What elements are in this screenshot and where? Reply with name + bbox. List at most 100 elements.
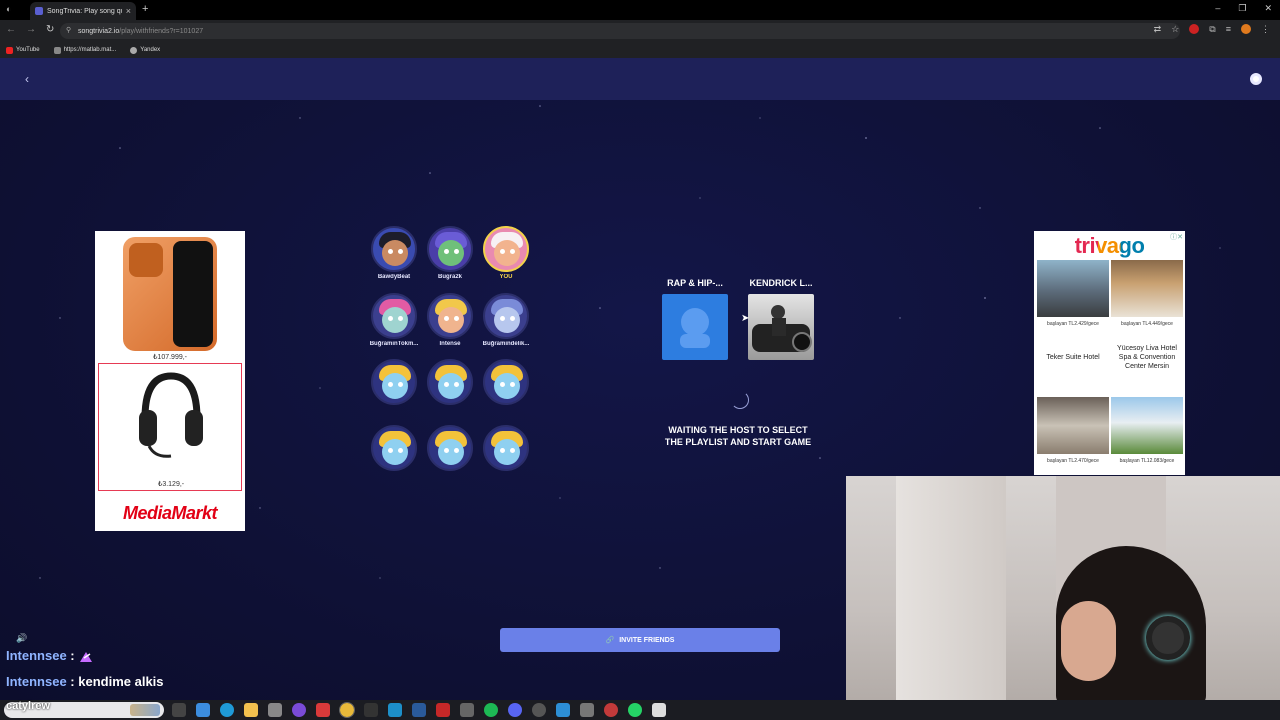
playlist-card-rap-hiphop[interactable]: RAP & HIP-... [661,278,729,360]
player-slot[interactable]: BuğramınTokm... [364,293,424,347]
playlist-cover [748,294,814,360]
edge-icon[interactable] [220,703,234,717]
media-icon[interactable]: ≡ [1226,24,1231,35]
nav-buttons: ← → ↻ [6,24,54,35]
back-button[interactable]: ‹ [18,70,36,88]
app-icon[interactable] [292,703,306,717]
bookmark-yandex[interactable]: Yandex [130,46,161,54]
empty-player-slot [364,425,424,471]
whatsapp-icon[interactable] [628,703,642,717]
chat-username: Intennsee [6,674,67,689]
phone-camera-block [129,243,163,277]
chat-separator: : [66,674,79,689]
extension-icons: ⇄ ☆ ⧉ ≡ ⋮ [1154,24,1270,35]
placeholder-avatar [371,359,417,405]
ad-close-icon[interactable]: ⓘ✕ [1170,232,1183,242]
close-tab-icon[interactable]: × [126,6,131,16]
restore-icon[interactable]: ❐ [1238,3,1246,14]
app-icon[interactable] [556,703,570,717]
game-top-nav: ‹ [0,58,1280,100]
player-slot[interactable]: Buğramındelik... [476,293,536,347]
playlist-title: RAP & HIP-... [667,278,723,288]
player-slot[interactable]: BawdyBeat [364,226,424,280]
steam-icon[interactable] [412,703,426,717]
streamer-username: catylrew [6,700,51,712]
extension-red-icon[interactable] [1189,24,1200,34]
settings-icon[interactable] [580,703,594,717]
spotify-icon[interactable] [484,703,498,717]
app-icon[interactable] [388,703,402,717]
bookmark-matlab[interactable]: https://matlab.mat... [53,46,116,54]
discord-icon[interactable] [508,703,522,717]
site-info-icon[interactable]: ⚲ [66,26,71,34]
minimize-icon[interactable]: – [1215,3,1220,14]
mediamarkt-ad[interactable]: ₺107.999,- ₺3.129,- MediaMarkt [95,231,245,531]
app-icon[interactable] [268,703,282,717]
hotel-card[interactable]: başlayan TL2.429/gece [1037,260,1109,327]
trivago-ad[interactable]: trivago ⓘ✕ başlayan TL2.429/gece başlaya… [1034,231,1185,475]
task-view-icon[interactable] [172,703,186,717]
player-slot-you[interactable]: YOU [476,226,536,280]
app-icon[interactable] [364,703,378,717]
player-avatar [483,293,529,339]
settings-toggle-icon[interactable] [1250,73,1262,85]
new-tab-icon[interactable]: + [142,3,148,15]
reload-icon[interactable]: ↻ [46,24,54,35]
app-icon[interactable] [532,703,546,717]
waiting-status: WAITING THE HOST TO SELECT THE PLAYLIST … [630,424,846,448]
headphones-product-card[interactable]: ₺3.129,- [98,363,242,491]
app-icon[interactable] [436,703,450,717]
translate-icon[interactable]: ⇄ [1154,24,1162,35]
player-name: BuğramınTokm... [369,341,419,347]
mediamarkt-logo: MediaMarkt [122,503,218,523]
youtube-icon [6,46,13,54]
trivago-wordmark: trivago [1074,233,1145,258]
streamer-headphones [1146,616,1190,660]
address-bar-row: ← → ↻ ⚲ songtrivia2.io/play/withfriends?… [0,20,1280,42]
empty-player-slot [476,425,536,471]
bookmark-youtube[interactable]: YouTube [6,46,40,54]
url-host: songtrivia2.io [78,27,120,35]
mouse-cursor-icon: ➤ [741,313,750,324]
hotel-card[interactable]: başlayan TL12.083/gece [1111,397,1183,464]
profile-avatar[interactable] [1241,24,1251,34]
app-icon[interactable] [604,703,618,717]
back-arrow-icon[interactable]: ← [6,24,16,35]
chat-message: Intennsee : [6,648,94,664]
app-icon[interactable] [652,703,666,717]
file-explorer-icon[interactable] [244,703,258,717]
chrome-icon[interactable] [339,702,355,718]
taskbar-app-icons [172,702,666,718]
forward-arrow-icon[interactable]: → [26,24,36,35]
search-highlight-image [130,704,160,716]
bookmark-star-icon[interactable]: ☆ [1171,24,1179,35]
app-icon[interactable] [316,703,330,717]
player-name: Buğramındelik... [482,341,530,347]
empty-player-slot [420,425,480,471]
bookmark-label: Yandex [140,47,161,53]
rap-cover-art [680,308,710,348]
browser-more-icon[interactable]: ⋮ [1261,24,1270,35]
player-avatar [427,293,473,339]
player-slot[interactable]: Bugra2k [420,226,480,280]
player-slot[interactable]: Intense [420,293,480,347]
waiting-text-line: THE PLAYLIST AND START GAME [664,437,812,447]
invite-friends-button[interactable]: 🔗 INVITE FRIENDS [500,628,780,652]
hotel-photo [1037,397,1109,454]
extensions-puzzle-icon[interactable]: ⧉ [1209,24,1215,35]
empty-player-slot [476,359,536,405]
streamer-webcam-overlay [846,476,1280,700]
browser-menu-icon[interactable]: ◐ [6,4,11,14]
app-icon[interactable] [460,703,474,717]
close-window-icon[interactable]: ✕ [1264,3,1272,14]
hotel-card[interactable]: başlayan TL2.470/gece [1037,397,1109,464]
player-name: YOU [499,274,513,280]
browser-tab-bar: ◐ SongTrivia: Play song quizzes w × + – … [0,0,1280,20]
empty-player-slot [364,359,424,405]
playlist-card-kendrick[interactable]: KENDRICK L... [747,278,815,360]
url-input[interactable]: ⚲ songtrivia2.io/play/withfriends?r=1010… [60,23,1180,39]
hotel-card[interactable]: başlayan TL4.449/gece [1111,260,1183,327]
browser-tab-active[interactable]: SongTrivia: Play song quizzes w × [30,2,136,20]
placeholder-avatar [427,359,473,405]
copilot-icon[interactable] [196,703,210,717]
